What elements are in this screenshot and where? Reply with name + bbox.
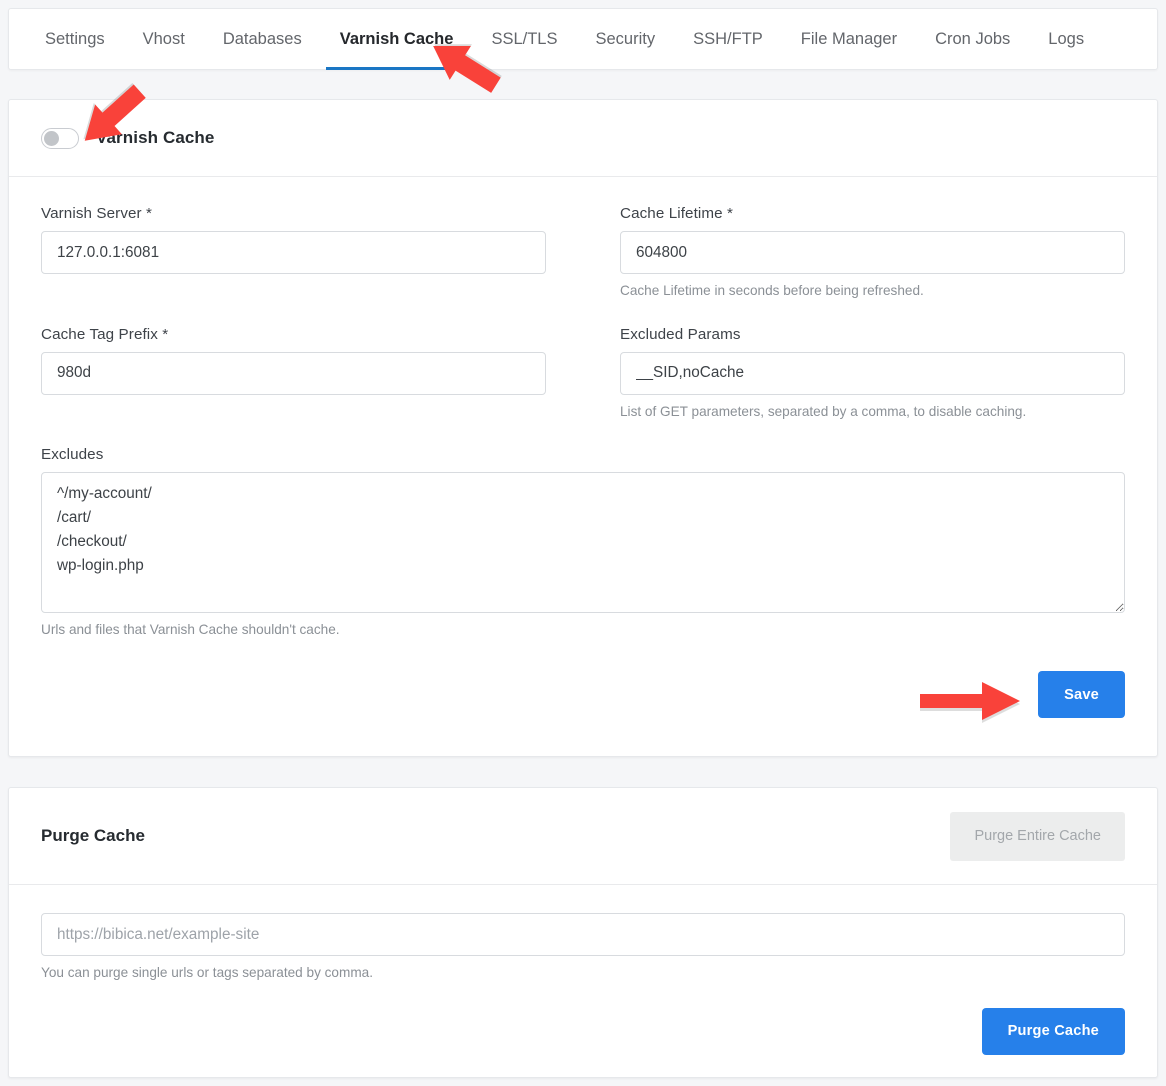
field-varnish-server: Varnish Server *: [41, 205, 546, 274]
tab-label: Logs: [1048, 29, 1085, 48]
tab-bar: Settings Vhost Databases Varnish Cache S…: [8, 8, 1158, 70]
tab-label: SSH/FTP: [693, 29, 763, 48]
varnish-settings-card: Varnish Cache Varnish Server * Cache Lif…: [8, 99, 1158, 757]
tab-ssl-tls[interactable]: SSL/TLS: [491, 9, 557, 69]
cache-tag-prefix-input[interactable]: [41, 351, 546, 395]
tab-ssh-ftp[interactable]: SSH/FTP: [693, 9, 763, 69]
form-row-spacer-2: [41, 429, 1125, 446]
varnish-settings-card-header: Varnish Cache: [9, 100, 1157, 177]
purge-entire-cache-button[interactable]: Purge Entire Cache: [950, 811, 1125, 861]
excluded-params-help: List of GET parameters, separated by a c…: [620, 403, 1027, 419]
field-excluded-params: Excluded Params List of GET parameters, …: [620, 326, 1125, 421]
tab-logs[interactable]: Logs: [1048, 9, 1084, 69]
varnish-server-input[interactable]: [41, 231, 546, 274]
tab-label: Cron Jobs: [935, 29, 1011, 48]
settings-actions: Save: [9, 671, 1157, 719]
tab-settings[interactable]: Settings: [45, 9, 105, 69]
purge-actions: Purge Cache: [9, 1007, 1157, 1055]
varnish-cache-page: Settings Vhost Databases Varnish Cache S…: [0, 0, 1166, 1086]
cache-lifetime-help: Cache Lifetime in seconds before being r…: [620, 283, 924, 298]
varnish-server-label: Varnish Server *: [41, 205, 153, 222]
cache-tag-prefix-label: Cache Tag Prefix *: [41, 325, 169, 343]
tab-label: Settings: [45, 29, 105, 48]
purge-url-input[interactable]: [41, 913, 1125, 956]
tab-varnish-cache[interactable]: Varnish Cache: [325, 9, 468, 70]
form-col-right-1: Cache Lifetime * Cache Lifetime in secon…: [583, 205, 1125, 309]
tab-vhost[interactable]: Vhost: [143, 9, 185, 69]
purge-cache-title: Purge Cache: [41, 826, 145, 845]
form-row-excludes: Excludes ^/my-account/ /cart/ /checkout/…: [41, 446, 1125, 648]
field-excludes: Excludes ^/my-account/ /cart/ /checkout/…: [41, 446, 1125, 639]
tab-label: SSL/TLS: [491, 29, 558, 48]
excluded-params-label: Excluded Params: [620, 325, 741, 343]
form-col-right-2: Excluded Params List of GET parameters, …: [583, 326, 1125, 430]
tab-label: Security: [595, 29, 656, 48]
excluded-params-input[interactable]: [620, 351, 1125, 395]
field-cache-lifetime: Cache Lifetime * Cache Lifetime in secon…: [620, 205, 1125, 300]
varnish-cache-title: Varnish Cache: [96, 128, 215, 147]
form-col-left-1: Varnish Server *: [41, 205, 583, 309]
field-cache-tag-prefix: Cache Tag Prefix *: [41, 326, 546, 395]
tab-label: Databases: [222, 29, 302, 48]
purge-cache-button[interactable]: Purge Cache: [981, 1007, 1125, 1055]
form-row-spacer: [41, 309, 1125, 326]
form-col-left-2: Cache Tag Prefix *: [41, 326, 583, 430]
cache-lifetime-input[interactable]: [620, 231, 1125, 274]
purge-url-help: You can purge single urls or tags separa…: [41, 965, 373, 980]
excludes-textarea[interactable]: ^/my-account/ /cart/ /checkout/ wp-login…: [41, 472, 1125, 614]
excludes-label: Excludes: [41, 446, 104, 464]
tab-label: Vhost: [142, 29, 185, 48]
tab-databases[interactable]: Databases: [223, 9, 302, 69]
tab-cron-jobs[interactable]: Cron Jobs: [935, 9, 1010, 69]
excludes-help: Urls and files that Varnish Cache should…: [41, 622, 340, 638]
cache-lifetime-label: Cache Lifetime *: [620, 205, 734, 222]
tab-label: File Manager: [800, 29, 898, 48]
field-purge-url: You can purge single urls or tags separa…: [41, 913, 1125, 982]
save-button[interactable]: Save: [1038, 671, 1125, 719]
varnish-settings-form: Varnish Server * Cache Lifetime * Cache …: [9, 177, 1157, 648]
purge-cache-card-header: Purge Cache Purge Entire Cache: [9, 788, 1157, 885]
varnish-cache-toggle[interactable]: [41, 127, 79, 149]
toggle-knob-icon: [44, 130, 59, 146]
tab-label: Varnish Cache: [339, 29, 454, 48]
tab-list: Settings Vhost Databases Varnish Cache S…: [9, 9, 1157, 70]
form-grid: Varnish Server * Cache Lifetime * Cache …: [41, 205, 1125, 648]
purge-cache-card: Purge Cache Purge Entire Cache You can p…: [8, 787, 1158, 1078]
tab-file-manager[interactable]: File Manager: [801, 9, 897, 69]
purge-cache-form: You can purge single urls or tags separa…: [9, 885, 1157, 982]
tab-security[interactable]: Security: [596, 9, 656, 69]
